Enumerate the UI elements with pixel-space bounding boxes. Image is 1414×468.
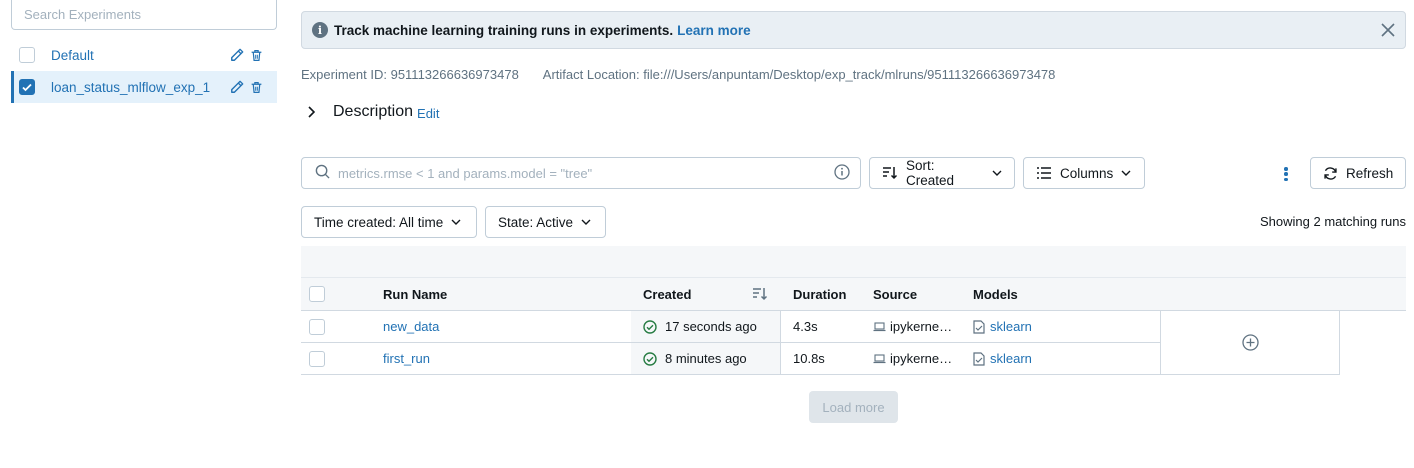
- model-link[interactable]: sklearn: [990, 351, 1032, 366]
- info-icon: i: [312, 22, 328, 38]
- run-name-link[interactable]: first_run: [383, 343, 430, 374]
- edit-pencil-icon[interactable]: [230, 80, 244, 94]
- chevron-down-icon: [1121, 170, 1131, 176]
- matching-runs-count: Showing 2 matching runs: [1260, 214, 1406, 229]
- sort-desc-icon[interactable]: [752, 278, 768, 310]
- select-all-checkbox[interactable]: [309, 286, 325, 302]
- experiment-item-default[interactable]: Default: [11, 39, 277, 71]
- sort-dropdown[interactable]: Sort: Created: [869, 157, 1015, 189]
- experiments-sidebar: Default loan_status_mlflow_exp_1: [0, 0, 285, 468]
- chevron-down-icon: [581, 219, 591, 225]
- more-options-icon[interactable]: [1279, 165, 1293, 183]
- experiment-name[interactable]: Default: [51, 48, 230, 63]
- banner-message: Track machine learning training runs in …: [334, 22, 674, 38]
- description-title[interactable]: Description: [333, 103, 413, 121]
- model-link[interactable]: sklearn: [990, 319, 1032, 334]
- check-circle-icon: [643, 351, 657, 366]
- columns-dropdown[interactable]: Columns: [1023, 157, 1145, 189]
- experiment-view: i Track machine learning training runs i…: [301, 0, 1406, 468]
- source-value: ipykerne…: [890, 351, 953, 366]
- experiment-id: Experiment ID: 951113266636973478: [301, 67, 519, 82]
- experiment-checkbox-checked[interactable]: [19, 79, 35, 95]
- info-outline-icon[interactable]: [834, 163, 850, 183]
- run-name-link[interactable]: new_data: [383, 311, 439, 342]
- table-row[interactable]: first_run 8 minutes ago 10.8s ipykerne… …: [301, 343, 1160, 375]
- trash-icon[interactable]: [250, 81, 263, 94]
- table-row[interactable]: new_data 17 seconds ago 4.3s ipykerne… s…: [301, 311, 1160, 343]
- runs-search-placeholder: metrics.rmse < 1 and params.model = "tre…: [338, 165, 593, 181]
- header-created[interactable]: Created: [643, 278, 691, 310]
- duration-value: 10.8s: [793, 351, 825, 366]
- sort-icon: [882, 166, 898, 180]
- header-source[interactable]: Source: [873, 278, 917, 310]
- experiment-checkbox[interactable]: [19, 47, 35, 63]
- model-icon: [973, 319, 985, 334]
- trash-icon[interactable]: [250, 49, 263, 62]
- header-run-name[interactable]: Run Name: [383, 278, 447, 310]
- search-experiments-input[interactable]: [11, 0, 277, 30]
- runs-search-input[interactable]: metrics.rmse < 1 and params.model = "tre…: [301, 157, 861, 189]
- columns-label: Columns: [1060, 165, 1114, 181]
- header-duration[interactable]: Duration: [793, 278, 846, 310]
- check-circle-icon: [643, 319, 657, 334]
- edit-pencil-icon[interactable]: [230, 48, 244, 62]
- header-models[interactable]: Models: [973, 278, 1018, 310]
- add-column-icon[interactable]: [1241, 334, 1259, 351]
- learn-more-link[interactable]: Learn more: [677, 23, 751, 38]
- runs-table: Run Name Created Duration Source Models …: [301, 246, 1406, 375]
- experiment-name[interactable]: loan_status_mlflow_exp_1: [51, 80, 230, 95]
- description-section: Description Edit: [301, 103, 439, 121]
- state-filter[interactable]: State: Active: [485, 206, 606, 238]
- model-icon: [973, 351, 985, 366]
- laptop-icon: [873, 353, 886, 364]
- filter-row: Time created: All time State: Active Sho…: [301, 206, 1406, 238]
- refresh-label: Refresh: [1346, 165, 1394, 181]
- duration-value: 4.3s: [793, 319, 818, 334]
- runs-toolbar: metrics.rmse < 1 and params.model = "tre…: [301, 157, 1406, 189]
- laptop-icon: [873, 321, 886, 332]
- state-label: State: Active: [498, 214, 574, 230]
- time-created-label: Time created: All time: [314, 214, 444, 230]
- add-column-area: [1160, 311, 1340, 375]
- row-checkbox[interactable]: [309, 350, 325, 367]
- created-time: 17 seconds ago: [665, 319, 757, 334]
- refresh-button[interactable]: Refresh: [1310, 157, 1406, 189]
- table-group-header: [301, 246, 1406, 278]
- sort-label: Sort: Created: [906, 158, 955, 188]
- chevron-down-icon: [992, 170, 1002, 176]
- experiment-meta: Experiment ID: 951113266636973478 Artifa…: [301, 67, 1055, 82]
- columns-list-icon: [1036, 167, 1052, 179]
- description-edit-link[interactable]: Edit: [417, 106, 439, 121]
- time-created-filter[interactable]: Time created: All time: [301, 206, 477, 238]
- row-checkbox[interactable]: [309, 318, 325, 335]
- info-banner: i Track machine learning training runs i…: [301, 11, 1406, 49]
- chevron-down-icon: [451, 219, 461, 225]
- artifact-location: Artifact Location: file:///Users/anpunta…: [542, 67, 1056, 82]
- refresh-icon: [1323, 166, 1338, 181]
- search-icon: [315, 164, 330, 182]
- table-header-row: Run Name Created Duration Source Models: [301, 278, 1406, 311]
- chevron-right-icon[interactable]: [301, 106, 321, 118]
- load-more-button[interactable]: Load more: [809, 391, 898, 423]
- created-time: 8 minutes ago: [665, 351, 747, 366]
- experiment-item-loan-status[interactable]: loan_status_mlflow_exp_1: [11, 71, 277, 103]
- close-icon[interactable]: [1381, 23, 1395, 37]
- source-value: ipykerne…: [890, 319, 953, 334]
